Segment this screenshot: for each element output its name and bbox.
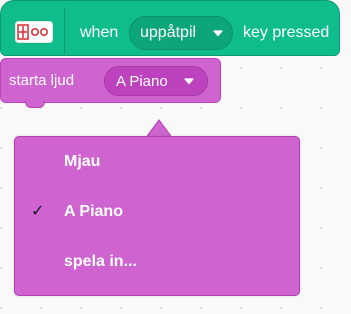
menu-item-label: Mjau: [64, 153, 101, 170]
menu-item-mjau[interactable]: Mjau: [15, 142, 299, 182]
menu-item-label: A Piano: [64, 203, 123, 220]
checkmark-icon: ✓: [31, 203, 45, 220]
caret-down-icon: [213, 30, 223, 37]
start-sound-block[interactable]: starta ljud A Piano: [0, 58, 221, 103]
key-dropdown[interactable]: uppåtpil: [129, 16, 233, 50]
menu-item-label: spela in...: [64, 253, 137, 270]
key-dropdown-value: uppåtpil: [140, 24, 197, 41]
caret-down-icon: [184, 78, 194, 85]
sound-dropdown-value: A Piano: [116, 73, 168, 90]
sound-dropdown[interactable]: A Piano: [104, 66, 208, 96]
extension-icon-area: [1, 7, 65, 54]
menu-item-a-piano[interactable]: ✓ A Piano: [15, 192, 299, 232]
makey-makey-icon: [15, 21, 53, 43]
menu-pointer-arrow: [145, 119, 173, 138]
block-notch: [25, 100, 45, 108]
when-label: when: [80, 24, 119, 41]
sound-dropdown-menu: Mjau ✓ A Piano spela in...: [14, 136, 300, 296]
start-sound-label: starta ljud: [9, 72, 75, 89]
menu-item-record[interactable]: spela in...: [15, 242, 299, 282]
key-pressed-label: key pressed: [243, 24, 330, 41]
when-key-pressed-block[interactable]: when uppåtpil key pressed: [0, 0, 340, 56]
